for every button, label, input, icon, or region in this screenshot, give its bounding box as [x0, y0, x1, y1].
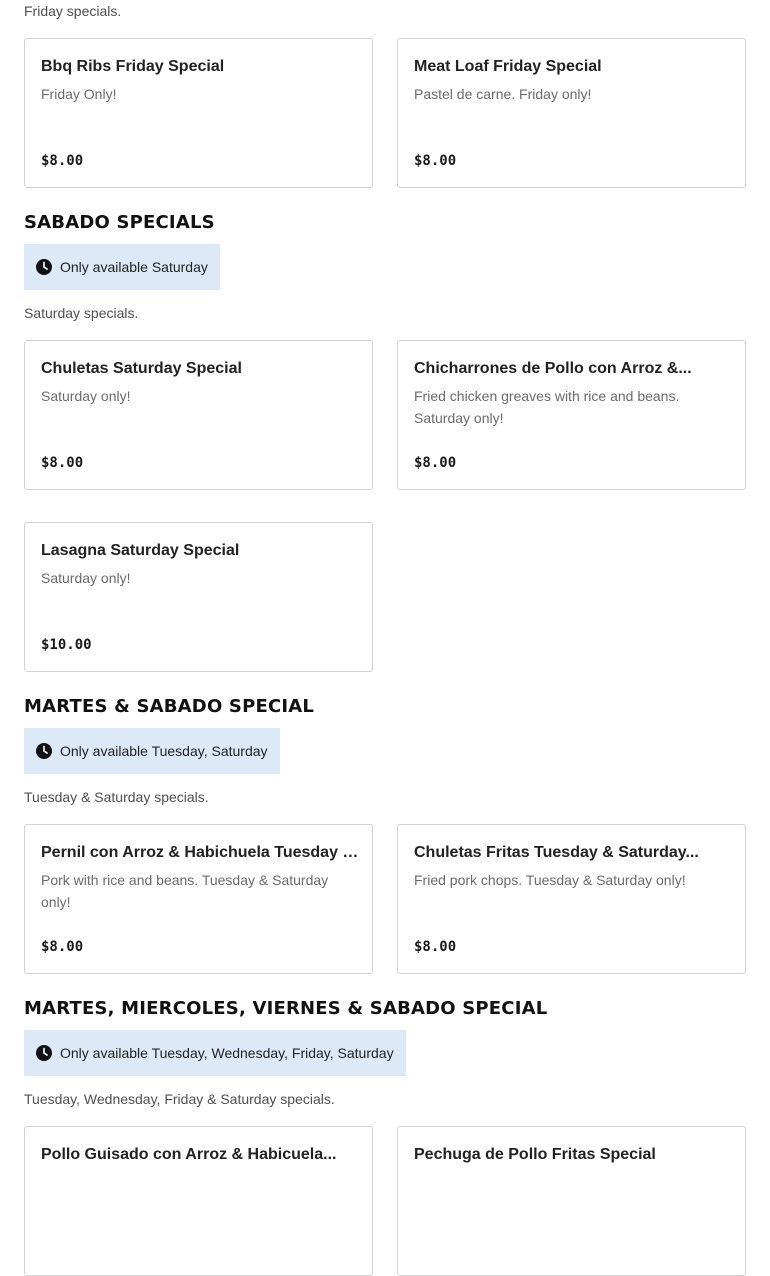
menu-item-description: Saturday only!: [41, 388, 131, 404]
section-description: Saturday specials.: [24, 305, 139, 321]
section-heading: SABADO SPECIALS: [24, 212, 215, 233]
menu-item-price: $8.00: [414, 153, 457, 169]
availability-text: Only available Saturday: [60, 259, 208, 275]
section-description: Tuesday & Saturday specials.: [24, 789, 209, 805]
menu-item-description: Fried chicken greaves with rice and bean…: [414, 388, 680, 426]
menu-item-card[interactable]: Bbq Ribs Friday Special Friday Only! $8.…: [24, 38, 373, 188]
menu-item-card[interactable]: Lasagna Saturday Special Saturday only! …: [24, 522, 373, 672]
menu-item-card[interactable]: Pernil con Arroz & Habichuela Tuesday &.…: [24, 824, 373, 974]
menu-item-card[interactable]: Chuletas Fritas Tuesday & Saturday... Fr…: [397, 824, 746, 974]
menu-item-name: Meat Loaf Friday Special: [414, 58, 602, 75]
menu-item-price: $8.00: [414, 939, 457, 955]
menu-item-price: $10.00: [41, 637, 92, 653]
menu-item-card[interactable]: Pechuga de Pollo Fritas Special: [397, 1126, 746, 1276]
menu-item-description: Pork with rice and beans. Tuesday & Satu…: [41, 872, 329, 910]
menu-item-card[interactable]: Meat Loaf Friday Special Pastel de carne…: [397, 38, 746, 188]
menu-item-price: $8.00: [41, 153, 84, 169]
menu-item-name: Chuletas Fritas Tuesday & Saturday...: [414, 844, 699, 861]
section-description: Friday specials.: [24, 3, 122, 19]
menu-item-price: $8.00: [414, 455, 457, 471]
menu-item-price: $8.00: [41, 455, 84, 471]
availability-badge: Only available Saturday: [24, 244, 220, 290]
clock-icon: [36, 1045, 52, 1061]
menu-item-description: Pastel de carne. Friday only!: [414, 86, 592, 102]
menu-item-name: Chicharrones de Pollo con Arroz &...: [414, 360, 692, 377]
menu-item-card[interactable]: Chuletas Saturday Special Saturday only!…: [24, 340, 373, 490]
availability-text: Only available Tuesday, Wednesday, Frida…: [60, 1045, 394, 1061]
availability-badge: Only available Tuesday, Wednesday, Frida…: [24, 1030, 406, 1076]
clock-icon: [36, 259, 52, 275]
section-description: Tuesday, Wednesday, Friday & Saturday sp…: [24, 1091, 335, 1107]
menu-item-price: $8.00: [41, 939, 84, 955]
section-heading: MARTES, MIERCOLES, VIERNES & SABADO SPEC…: [24, 998, 548, 1019]
menu-item-name: Pernil con Arroz & Habichuela Tuesday &.…: [41, 844, 359, 861]
menu-item-card[interactable]: Chicharrones de Pollo con Arroz &... Fri…: [397, 340, 746, 490]
section-heading: MARTES & SABADO SPECIAL: [24, 696, 315, 717]
menu-item-name: Pechuga de Pollo Fritas Special: [414, 1146, 656, 1163]
menu-item-description: Friday Only!: [41, 86, 117, 102]
menu-item-description: Fried pork chops. Tuesday & Saturday onl…: [414, 872, 686, 888]
menu-item-name: Pollo Guisado con Arroz & Habicuela...: [41, 1146, 337, 1163]
menu-item-card[interactable]: Pollo Guisado con Arroz & Habicuela...: [24, 1126, 373, 1276]
menu-item-name: Lasagna Saturday Special: [41, 542, 240, 559]
menu-item-description: Saturday only!: [41, 570, 131, 586]
clock-icon: [36, 743, 52, 759]
availability-badge: Only available Tuesday, Saturday: [24, 728, 280, 774]
availability-text: Only available Tuesday, Saturday: [60, 743, 268, 759]
menu-item-name: Bbq Ribs Friday Special: [41, 58, 225, 75]
menu-item-name: Chuletas Saturday Special: [41, 360, 242, 377]
